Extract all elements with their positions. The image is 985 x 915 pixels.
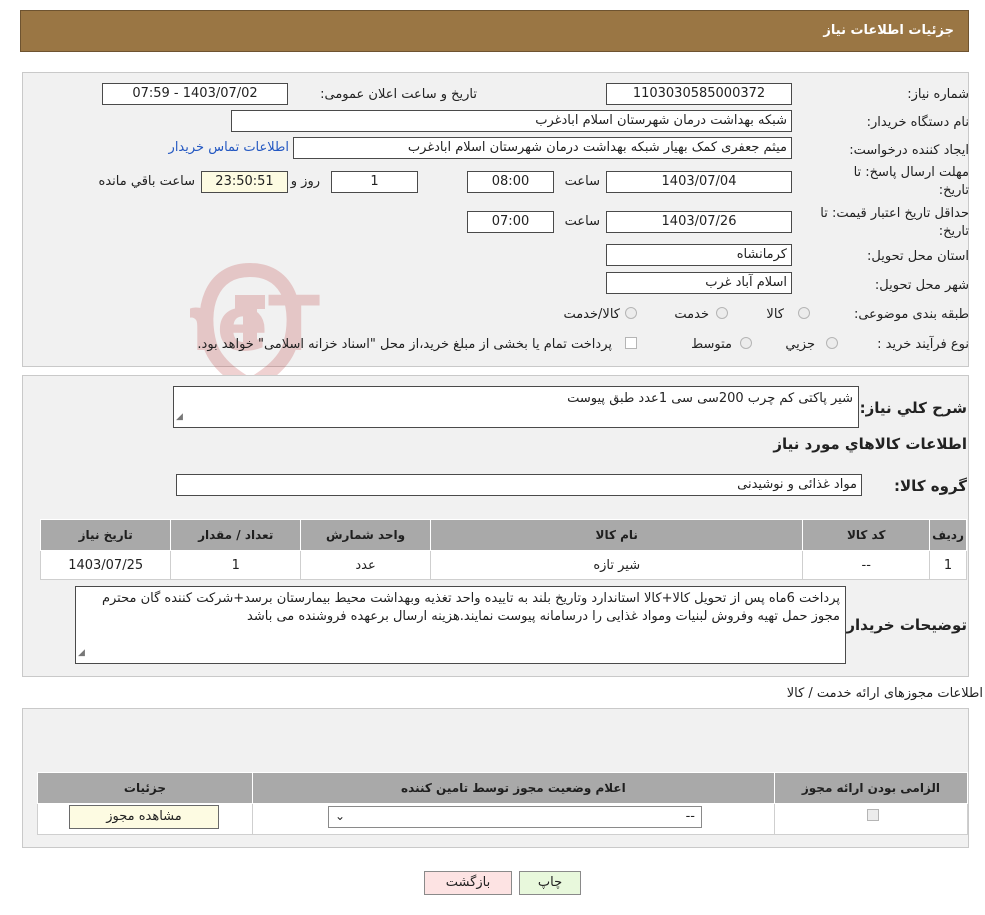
print-button[interactable]: چاپ (519, 871, 581, 895)
deadline-time-label: ساعت (564, 174, 600, 189)
cell-name: شیر تازه (430, 550, 804, 580)
deadline-date-field: 1403/07/04 (606, 171, 792, 193)
announce-datetime-field: 1403/07/02 - 07:59 (102, 83, 288, 105)
radio-goods-service[interactable] (625, 307, 637, 319)
cell-row: 1 (929, 550, 967, 580)
days-remaining-field: 1 (331, 171, 418, 193)
resize-grip-icon[interactable]: ◢ (176, 408, 183, 426)
cell-need-date: 1403/07/25 (39, 550, 172, 580)
radio-goods-label: کالا (766, 307, 784, 322)
resize-grip-icon[interactable]: ◢ (78, 644, 85, 662)
col-row: رديف (929, 519, 967, 551)
cell-unit: عدد (300, 550, 432, 580)
buyer-org-field: شبکه بهداشت درمان شهرستان اسلام ابادغرب (231, 110, 792, 132)
radio-goods-service-label: کالا/خدمت (563, 307, 620, 322)
page-title: جزئیات اطلاعات نیاز (823, 23, 954, 38)
cell-quantity: 1 (170, 550, 302, 580)
validity-time-field: 07:00 (467, 211, 554, 233)
buyer-notes-textarea[interactable]: پرداخت 6ماه پس از تحویل کالا+کالا استاند… (75, 586, 846, 664)
buyer-notes-label: توضيحات خريدار: (840, 616, 967, 634)
city-label: شهر محل تحویل: (874, 278, 969, 293)
licenses-title: اطلاعات مجوزهای ارائه خدمت / کالا (786, 686, 983, 701)
col-license-details: جزئیات (37, 772, 253, 804)
view-license-button[interactable]: مشاهده مجوز (69, 805, 219, 829)
category-label: طبقه بندی موضوعی: (853, 307, 969, 322)
validity-date-field: 1403/07/26 (606, 211, 792, 233)
process-label: نوع فرآیند خرید : (877, 337, 969, 352)
creator-field: میثم جعفری کمک بهیار شبکه بهداشت درمان ش… (293, 137, 792, 159)
col-quantity: تعداد / مقدار (170, 519, 302, 551)
cell-code: -- (802, 550, 931, 580)
goods-info-title: اطلاعات کالاهاي مورد نياز (773, 435, 967, 453)
need-number-label: شماره نیاز: (907, 87, 969, 102)
col-unit: واحد شمارش (300, 519, 432, 551)
col-name: نام کالا (430, 519, 804, 551)
licenses-table-header: الزامی بودن ارائه مجوز اعلام وضعیت مجوز … (37, 772, 969, 804)
deadline-label-date: تاریخ: (938, 183, 969, 198)
validity-label-date: تاریخ: (938, 224, 969, 239)
creator-label: ایجاد کننده درخواست: (849, 143, 969, 158)
goods-group-label: گروه کالا: (894, 477, 967, 495)
license-status-value: -- (685, 809, 695, 824)
goods-group-field: مواد غذائی و نوشیدنی (176, 474, 862, 496)
summary-label: شرح کلي نياز: (859, 399, 967, 417)
validity-label: حداقل تاریخ اعتبار قیمت: تا (820, 206, 969, 221)
city-field: اسلام آباد غرب (606, 272, 792, 294)
license-required-checkbox[interactable] (867, 809, 879, 821)
radio-medium-label: متوسط (691, 337, 732, 352)
province-field: کرمانشاه (606, 244, 792, 266)
col-need-date: تاریخ نیاز (39, 519, 172, 551)
radio-service-label: خدمت (674, 307, 709, 322)
radio-partial[interactable] (826, 337, 838, 349)
back-button[interactable]: بازگشت (424, 871, 512, 895)
table-row: 1 -- شیر تازه عدد 1 1403/07/25 (39, 550, 967, 580)
buyer-contact-link[interactable]: اطلاعات تماس خریدار (169, 140, 289, 155)
buyer-notes-text: پرداخت 6ماه پس از تحویل کالا+کالا استاند… (101, 591, 840, 624)
payment-note: پرداخت تمام یا بخشی از مبلغ خرید،از محل … (197, 337, 612, 352)
announce-label: تاریخ و ساعت اعلان عمومی: (320, 87, 477, 102)
col-code: کد کالا (802, 519, 931, 551)
goods-table: رديف کد کالا نام کالا واحد شمارش تعداد /… (39, 519, 967, 580)
chevron-down-icon: ⌄ (335, 809, 346, 823)
remaining-label: ساعت باقي مانده (98, 174, 195, 189)
radio-partial-label: جزیي (785, 337, 815, 352)
deadline-time-field: 08:00 (467, 171, 554, 193)
remaining-time-field: 23:50:51 (201, 171, 288, 193)
goods-table-header: رديف کد کالا نام کالا واحد شمارش تعداد /… (39, 519, 967, 551)
col-license-required: الزامی بودن ارائه مجوز (773, 772, 969, 804)
radio-medium[interactable] (740, 337, 752, 349)
deadline-label: مهلت ارسال پاسخ: تا (853, 165, 969, 180)
summary-text: شیر پاکتی کم چرب 200سی سی 1عدد طبق پیوست (567, 391, 853, 406)
need-number-field: 1103030585000372 (606, 83, 792, 105)
radio-goods[interactable] (798, 307, 810, 319)
license-status-select[interactable]: -- ⌄ (328, 806, 702, 828)
summary-textarea[interactable]: شیر پاکتی کم چرب 200سی سی 1عدد طبق پیوست… (173, 386, 859, 428)
buyer-org-label: نام دستگاه خریدار: (866, 115, 969, 130)
treasury-checkbox[interactable] (625, 337, 637, 349)
page-header: جزئیات اطلاعات نیاز (20, 10, 969, 52)
days-label: روز و (290, 174, 320, 189)
col-license-status: اعلام وضعیت مجوز توسط تامین کننده (251, 772, 775, 804)
province-label: استان محل تحویل: (867, 249, 969, 264)
validity-time-label: ساعت (564, 214, 600, 229)
radio-service[interactable] (716, 307, 728, 319)
